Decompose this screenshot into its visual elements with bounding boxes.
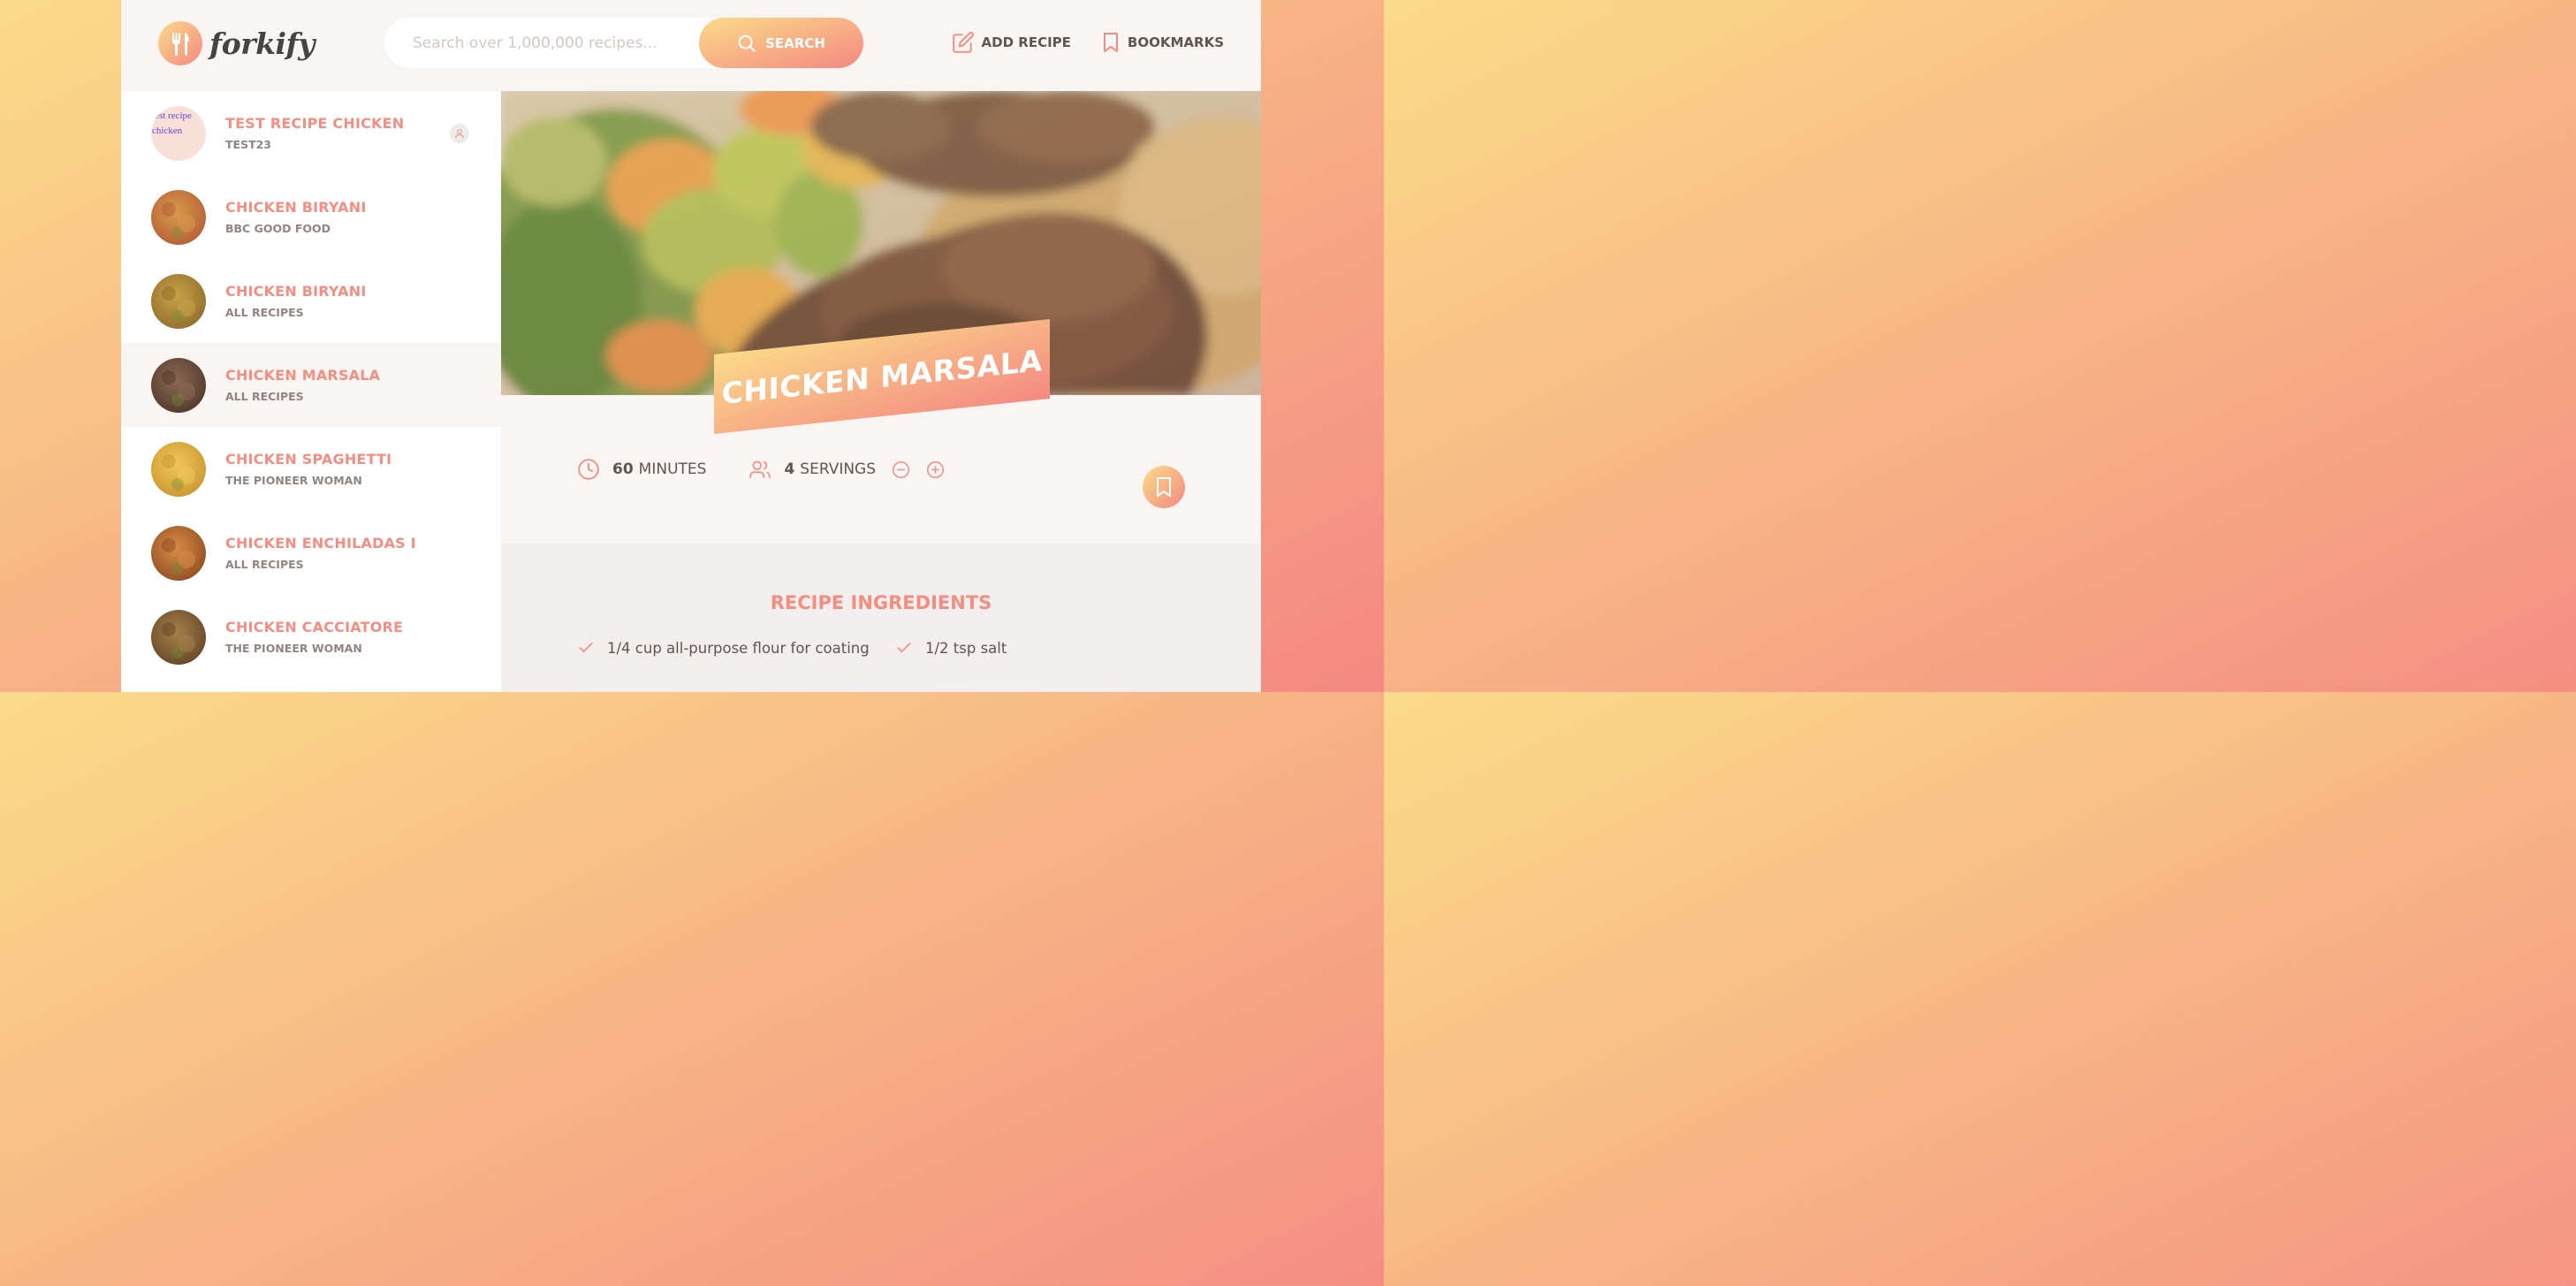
servings-controls	[892, 460, 961, 479]
recipe-ingredients: RECIPE INGREDIENTS 1/4 cup all-purpose f…	[501, 544, 1261, 692]
result-thumbnail	[151, 609, 206, 665]
result-data: TEST RECIPE CHICKEN TEST23	[225, 115, 404, 151]
cooking-time-value: 60	[612, 460, 634, 478]
search-result-item[interactable]: CHICKEN ENCHILADAS I ALL RECIPES	[121, 511, 501, 595]
ingredient-text: 1/4 cup all-purpose flour for coating	[607, 639, 870, 657]
food-thumbnail	[151, 441, 206, 497]
main-nav: ADD RECIPE BOOKMARKS	[922, 31, 1224, 54]
result-data: CHICKEN MARSALA ALL RECIPES	[225, 367, 380, 403]
logo[interactable]: forkify	[158, 21, 315, 65]
search-results: test recipe chicken TEST RECIPE CHICKEN TE…	[121, 91, 501, 692]
search-result-item[interactable]: CHICKEN BIRYANI ALL RECIPES	[121, 259, 501, 343]
result-thumbnail	[151, 525, 206, 581]
recipe-details: 60 MINUTES 4 SERVINGS	[501, 395, 1261, 544]
check-icon	[897, 643, 911, 652]
search-icon	[738, 34, 756, 52]
recipe-view: CHICKEN MARSALA 60 MINUTES 4 SERVINGS RE…	[501, 91, 1261, 692]
search-result-item[interactable]: test recipe chicken TEST RECIPE CHICKEN TE…	[121, 91, 501, 175]
result-publisher: BBC GOOD FOOD	[225, 222, 331, 235]
result-title: CHICKEN CACCIATORE	[225, 619, 404, 635]
result-title: CHICKEN BIRYANI	[225, 199, 367, 216]
result-publisher: ALL RECIPES	[225, 390, 304, 403]
edit-icon	[952, 32, 974, 53]
result-data: CHICKEN ENCHILADAS I ALL RECIPES	[225, 535, 416, 571]
result-data: CHICKEN BIRYANI ALL RECIPES	[225, 283, 367, 319]
broken-image-alt-text: test recipe chicken	[151, 105, 206, 161]
result-data: CHICKEN BIRYANI BBC GOOD FOOD	[225, 199, 367, 235]
result-thumbnail	[151, 189, 206, 245]
result-thumbnail	[151, 357, 206, 413]
servings: 4 SERVINGS	[748, 458, 961, 481]
result-title: CHICKEN SPAGHETTI	[225, 451, 392, 468]
bookmark-icon	[1103, 33, 1118, 52]
servings-unit: SERVINGS	[800, 460, 877, 478]
result-title: TEST RECIPE CHICKEN	[225, 115, 405, 132]
result-thumbnail	[151, 441, 206, 497]
add-recipe-button[interactable]: ADD RECIPE	[952, 31, 1071, 54]
ingredient-item: 1/4 cup all-purpose flour for coating	[577, 639, 895, 657]
result-publisher: ALL RECIPES	[225, 558, 304, 571]
result-publisher: ALL RECIPES	[225, 306, 304, 319]
users-icon	[749, 460, 771, 478]
bookmarks-button[interactable]: BOOKMARKS	[1101, 32, 1224, 53]
search-button-label: SEARCH	[765, 34, 825, 51]
bookmarks-label: BOOKMARKS	[1127, 34, 1224, 50]
food-thumbnail	[151, 189, 206, 245]
result-title: CHICKEN BIRYANI	[225, 283, 367, 300]
food-thumbnail	[151, 609, 206, 665]
servings-value: 4	[784, 460, 795, 478]
increase-servings-button[interactable]	[926, 460, 957, 479]
ingredient-text: 1/2 tsp salt	[925, 639, 1007, 657]
user-icon	[455, 129, 464, 139]
bookmark-icon	[1157, 477, 1171, 497]
ingredient-item: 1/2 tsp salt	[895, 639, 1196, 657]
search-result-item[interactable]: CHICKEN SPAGHETTI THE PIONEER WOMAN	[121, 427, 501, 511]
food-thumbnail	[151, 273, 206, 329]
search-form: SEARCH	[384, 18, 863, 68]
recipe-bookmark-button[interactable]	[1143, 466, 1185, 508]
search-result-item[interactable]: CHICKEN MARSALA ALL RECIPES	[121, 343, 501, 427]
cooking-time-unit: MINUTES	[638, 460, 707, 478]
app-container: forkify SEARCH ADD RECIPE	[121, 0, 1261, 692]
check-icon	[579, 643, 593, 652]
result-thumbnail	[151, 273, 206, 329]
result-data: CHICKEN SPAGHETTI THE PIONEER WOMAN	[225, 451, 391, 487]
plus-circle-icon	[927, 460, 945, 478]
search-result-item[interactable]: CHICKEN CACCIATORE THE PIONEER WOMAN	[121, 595, 501, 679]
decrease-servings-button[interactable]	[892, 460, 923, 479]
food-thumbnail	[151, 357, 206, 413]
result-publisher: THE PIONEER WOMAN	[225, 642, 362, 655]
result-thumbnail: test recipe chicken	[151, 105, 206, 161]
result-data: CHICKEN CACCIATORE THE PIONEER WOMAN	[225, 619, 403, 655]
result-title: CHICKEN MARSALA	[225, 367, 381, 384]
result-publisher: TEST23	[225, 138, 271, 151]
fork-knife-icon	[158, 21, 202, 65]
minus-circle-icon	[893, 460, 910, 478]
search-result-item[interactable]: CHICKEN BIRYANI BBC GOOD FOOD	[121, 175, 501, 259]
add-recipe-label: ADD RECIPE	[981, 34, 1071, 50]
ingredient-list: 1/4 cup all-purpose flour for coating 1/…	[577, 639, 1196, 657]
result-publisher: THE PIONEER WOMAN	[225, 474, 362, 487]
ingredients-heading: RECIPE INGREDIENTS	[770, 592, 992, 613]
header: forkify SEARCH ADD RECIPE	[121, 0, 1261, 91]
search-button[interactable]: SEARCH	[699, 18, 863, 68]
search-input[interactable]	[413, 34, 704, 52]
user-generated-badge	[450, 124, 469, 143]
clock-icon	[578, 459, 599, 480]
cooking-time: 60 MINUTES	[577, 458, 706, 481]
food-thumbnail	[151, 525, 206, 581]
result-title: CHICKEN ENCHILADAS I	[225, 535, 416, 552]
logo-text: forkify	[209, 26, 315, 61]
